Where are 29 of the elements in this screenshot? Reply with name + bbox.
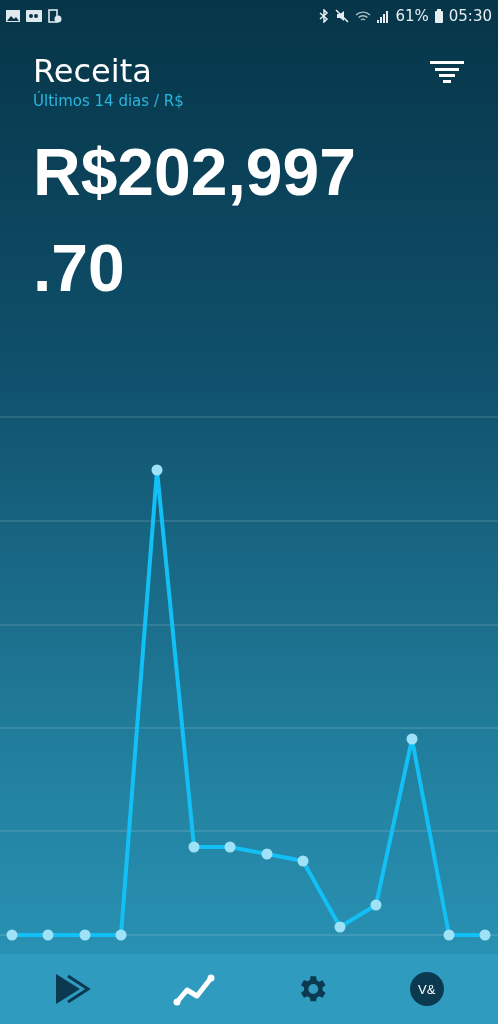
data-point	[151, 464, 163, 476]
wifi-icon	[355, 9, 372, 23]
line-chart-icon	[172, 972, 215, 1006]
data-point	[79, 929, 91, 941]
signal-icon	[377, 9, 390, 23]
clock-time: 05:30	[448, 7, 492, 25]
data-point	[224, 841, 236, 853]
data-point	[479, 929, 491, 941]
play-icon	[54, 972, 93, 1006]
mute-icon	[335, 9, 350, 23]
data-point	[261, 848, 273, 860]
data-point	[334, 921, 346, 933]
data-point	[6, 929, 18, 941]
period-subtitle: Últimos 14 dias / R$	[33, 92, 184, 110]
data-point	[370, 899, 382, 911]
data-point	[443, 929, 455, 941]
page-title: Receita	[33, 52, 153, 90]
revenue-total: R$202,997.70	[33, 134, 357, 307]
device-notification-icon	[48, 9, 62, 23]
bluetooth-icon	[319, 9, 330, 23]
battery-icon	[434, 9, 443, 23]
voicemail-notification-icon	[26, 10, 42, 22]
data-point	[115, 929, 127, 941]
data-point	[297, 855, 309, 867]
image-notification-icon	[6, 10, 20, 22]
data-point	[188, 841, 200, 853]
battery-percentage: 61%	[395, 7, 429, 25]
data-point	[42, 929, 54, 941]
data-point	[406, 733, 418, 745]
